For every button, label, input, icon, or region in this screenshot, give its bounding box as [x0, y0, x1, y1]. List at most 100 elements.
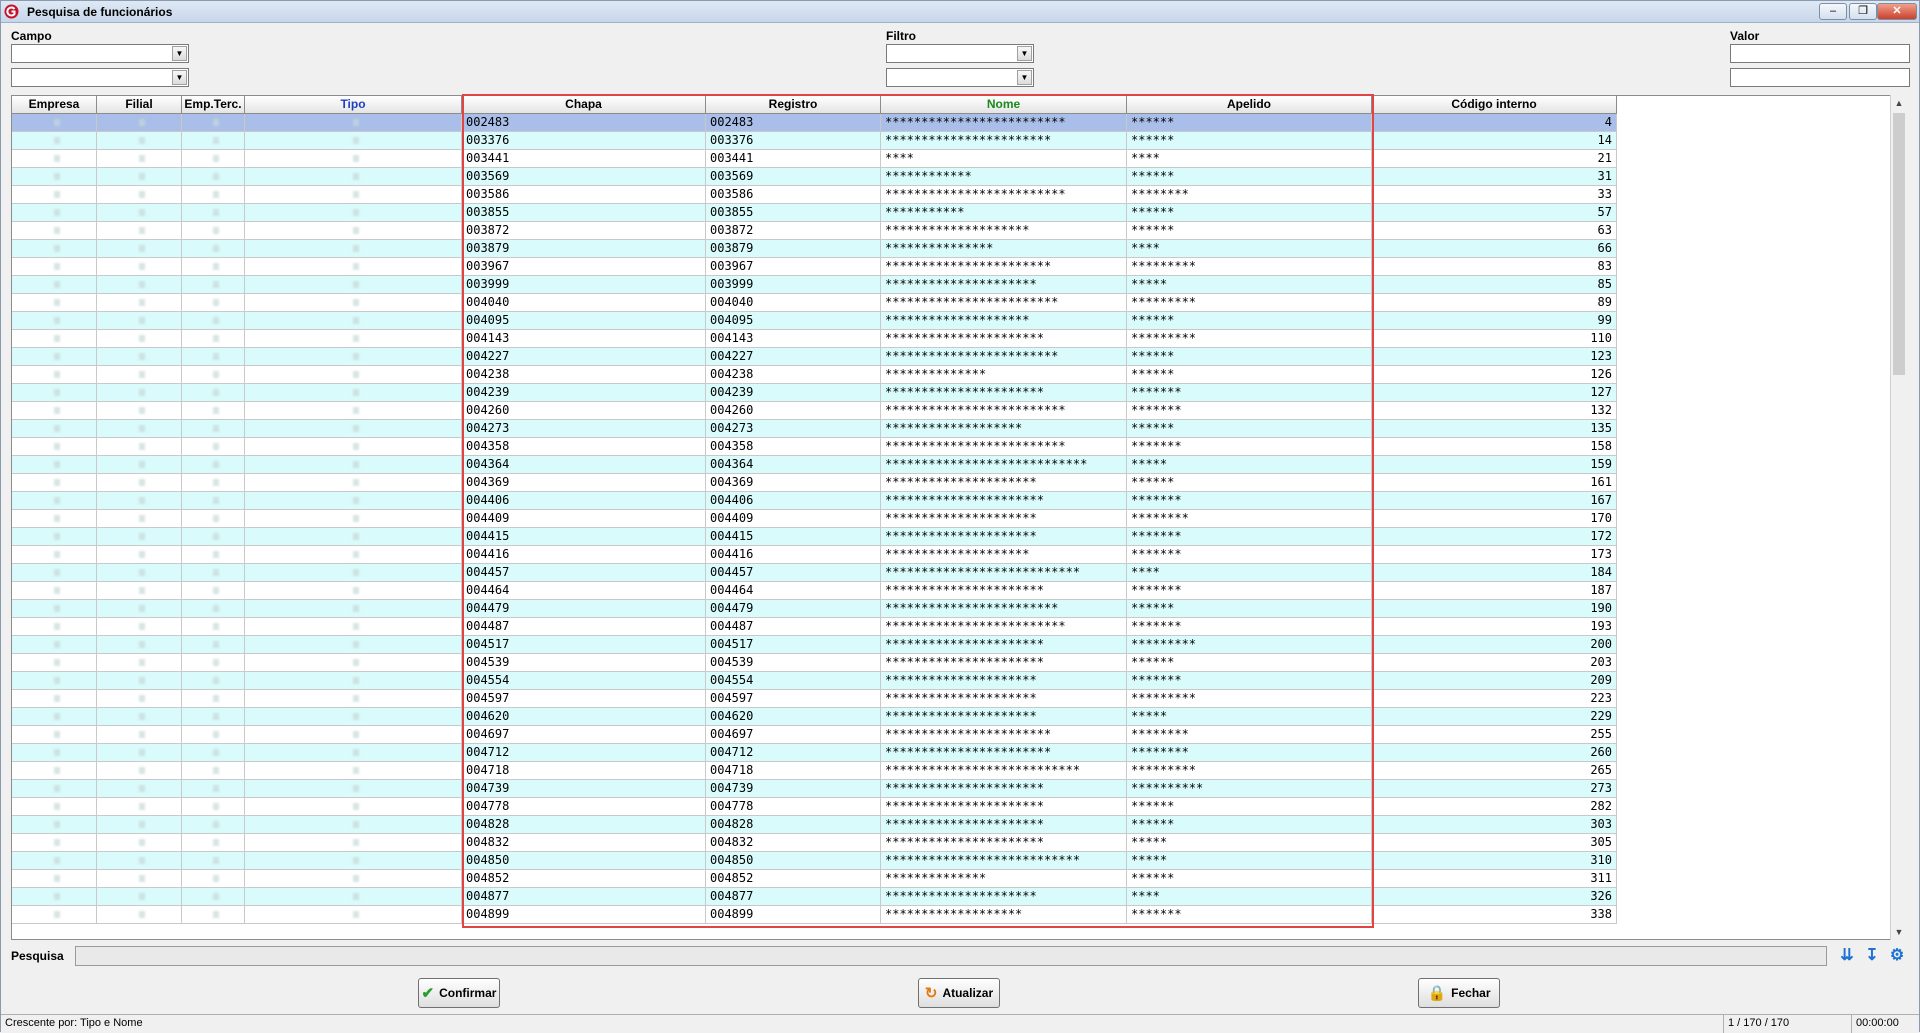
column-header[interactable]: Emp.Terc. [182, 96, 245, 114]
table-row[interactable]: 004260 004260 ************************* ***… [12, 402, 1617, 420]
table-row[interactable]: 003586 003586 ************************* ***… [12, 186, 1617, 204]
table-row[interactable]: 004457 004457 *************************** *… [12, 564, 1617, 582]
apelido-cell: ********* [1127, 258, 1372, 276]
table-row[interactable]: 003999 003999 ********************* ***** 85 [12, 276, 1617, 294]
filtro-select-1[interactable]: ▼ [886, 44, 1034, 63]
table-row[interactable]: 003569 003569 ************ ****** 31 [12, 168, 1617, 186]
table-row[interactable]: 004040 004040 ************************ ****… [12, 294, 1617, 312]
table-row[interactable]: 003872 003872 ******************** ****** 63 [12, 222, 1617, 240]
table-row[interactable]: 004778 004778 ********************** ******… [12, 798, 1617, 816]
table-row[interactable]: 004479 004479 ************************ ****… [12, 600, 1617, 618]
table-row[interactable]: 004832 004832 ********************** ***** 3… [12, 834, 1617, 852]
campo-select-1[interactable]: ▼ [11, 44, 189, 63]
nome-cell: ************************* [881, 438, 1127, 456]
column-header[interactable]: Registro [706, 96, 881, 114]
table-row[interactable]: 004620 004620 ********************* ***** 22… [12, 708, 1617, 726]
redacted-cell [97, 420, 182, 438]
double-chevron-down-icon[interactable]: ⇊ [1837, 946, 1857, 966]
table-row[interactable]: 004517 004517 ********************** ******… [12, 636, 1617, 654]
column-header[interactable]: Tipo [245, 96, 462, 114]
table-row[interactable]: 004697 004697 *********************** *****… [12, 726, 1617, 744]
table-row[interactable]: 004718 004718 *************************** *… [12, 762, 1617, 780]
table-row[interactable]: 004095 004095 ******************** ****** 99 [12, 312, 1617, 330]
table-row[interactable]: 004409 004409 ********************* *******… [12, 510, 1617, 528]
minimize-button[interactable]: – [1819, 3, 1847, 20]
apelido-cell: ********* [1127, 294, 1372, 312]
table-row[interactable]: 004143 004143 ********************** ******… [12, 330, 1617, 348]
column-header[interactable]: Empresa [12, 96, 97, 114]
table-row[interactable]: 004415 004415 ********************* *******… [12, 528, 1617, 546]
codigo-interno-cell: 63 [1372, 222, 1617, 240]
column-header[interactable]: Nome [881, 96, 1127, 114]
chevron-down-icon[interactable]: ▼ [1017, 46, 1032, 61]
refresh-button-label: Atualizar [942, 986, 994, 1000]
redacted-cell [245, 420, 462, 438]
table-row[interactable]: 003967 003967 *********************** *****… [12, 258, 1617, 276]
nome-cell: ********************* [881, 474, 1127, 492]
registro-cell: 004739 [706, 780, 881, 798]
table-row[interactable]: 003441 003441 **** **** 21 [12, 150, 1617, 168]
gear-icon[interactable]: ⚙ [1887, 946, 1907, 966]
close-window-button[interactable]: ✕ [1877, 3, 1917, 20]
redacted-cell [12, 402, 97, 420]
table-row[interactable]: 004739 004739 ********************** ******… [12, 780, 1617, 798]
table-row[interactable]: 004554 004554 ********************* *******… [12, 672, 1617, 690]
restore-button[interactable]: ❐ [1849, 3, 1877, 20]
table-row[interactable]: 003376 003376 *********************** *****… [12, 132, 1617, 150]
scroll-thumb[interactable] [1893, 113, 1905, 375]
redacted-cell [182, 168, 245, 186]
table-row[interactable]: 004712 004712 *********************** *****… [12, 744, 1617, 762]
scroll-up-icon[interactable]: ▲ [1891, 95, 1907, 111]
column-header[interactable]: Filial [97, 96, 182, 114]
column-header[interactable]: Chapa [462, 96, 706, 114]
chevron-down-icon[interactable]: ▼ [172, 70, 187, 85]
redacted-cell [245, 618, 462, 636]
column-header[interactable]: Código interno [1372, 96, 1617, 114]
app-logo-icon [4, 4, 19, 19]
campo-select-2[interactable]: ▼ [11, 68, 189, 87]
vertical-scrollbar[interactable]: ▲ ▼ [1890, 95, 1906, 940]
table-row[interactable]: 004597 004597 ********************* *******… [12, 690, 1617, 708]
close-button[interactable]: 🔒 Fechar [1418, 978, 1500, 1008]
chevron-down-icon[interactable]: ▼ [172, 46, 187, 61]
redacted-cell [182, 834, 245, 852]
table-row[interactable]: 004239 004239 ********************** ******… [12, 384, 1617, 402]
table-row[interactable]: 004416 004416 ******************** ******* 1… [12, 546, 1617, 564]
nome-cell: ******************* [881, 906, 1127, 924]
chapa-cell: 004597 [462, 690, 706, 708]
table-row[interactable]: 002483 002483 ************************* ***… [12, 114, 1617, 132]
valor-input-2[interactable] [1730, 68, 1910, 87]
table-row[interactable]: 004877 004877 ********************* **** 326 [12, 888, 1617, 906]
chevron-down-end-icon[interactable]: ↧ [1862, 946, 1882, 966]
table-row[interactable]: 004487 004487 ************************* ***… [12, 618, 1617, 636]
table-row[interactable]: 003879 003879 *************** **** 66 [12, 240, 1617, 258]
refresh-button[interactable]: ↻ Atualizar [918, 978, 1000, 1008]
registro-cell: 004697 [706, 726, 881, 744]
table-row[interactable]: 004369 004369 ********************* ****** 1… [12, 474, 1617, 492]
table-row[interactable]: 004358 004358 ************************* ***… [12, 438, 1617, 456]
redacted-cell [12, 258, 97, 276]
redacted-cell [97, 258, 182, 276]
confirm-button[interactable]: ✔ Confirmar [418, 978, 500, 1008]
table-row[interactable]: 004273 004273 ******************* ****** 135 [12, 420, 1617, 438]
table-row[interactable]: 004364 004364 ****************************… [12, 456, 1617, 474]
redacted-cell [97, 546, 182, 564]
redacted-cell [12, 168, 97, 186]
table-row[interactable]: 004227 004227 ************************ ****… [12, 348, 1617, 366]
table-row[interactable]: 004464 004464 ********************** ******… [12, 582, 1617, 600]
table-row[interactable]: 004852 004852 ************** ****** 311 [12, 870, 1617, 888]
table-row[interactable]: 004828 004828 ********************** ******… [12, 816, 1617, 834]
table-row[interactable]: 004406 004406 ********************** ******… [12, 492, 1617, 510]
table-row[interactable]: 004899 004899 ******************* ******* 33… [12, 906, 1617, 924]
table-row[interactable]: 003855 003855 *********** ****** 57 [12, 204, 1617, 222]
column-header[interactable]: Apelido [1127, 96, 1372, 114]
valor-input-1[interactable] [1730, 44, 1910, 63]
redacted-cell [12, 780, 97, 798]
table-row[interactable]: 004238 004238 ************** ****** 126 [12, 366, 1617, 384]
table-row[interactable]: 004539 004539 ********************** ******… [12, 654, 1617, 672]
search-input[interactable] [75, 946, 1827, 966]
filtro-select-2[interactable]: ▼ [886, 68, 1034, 87]
table-row[interactable]: 004850 004850 *************************** *… [12, 852, 1617, 870]
chevron-down-icon[interactable]: ▼ [1017, 70, 1032, 85]
scroll-down-icon[interactable]: ▼ [1891, 924, 1907, 940]
